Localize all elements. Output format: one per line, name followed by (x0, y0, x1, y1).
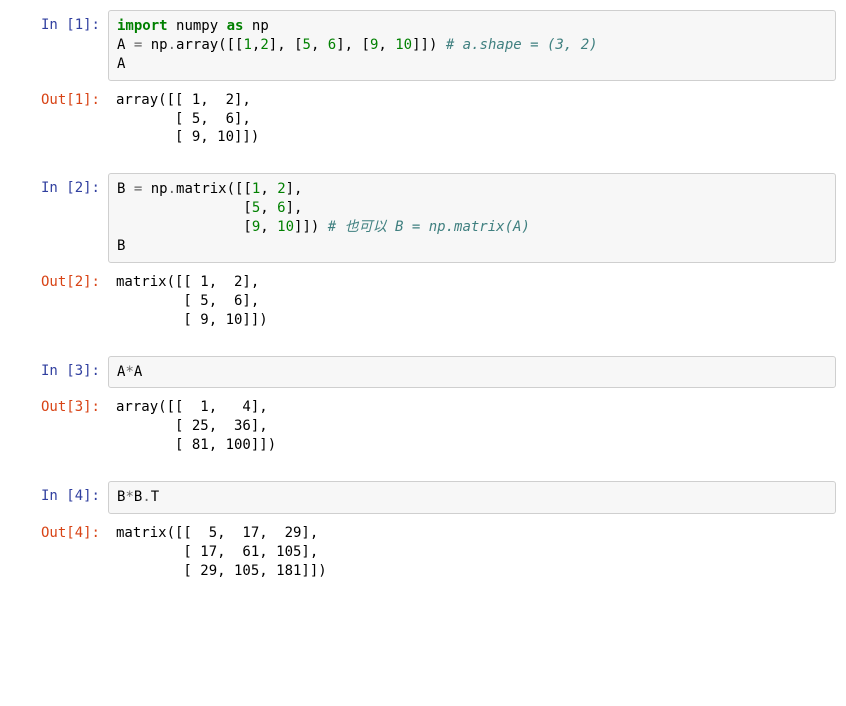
notebook-cell-2: In [2]: B = np.matrix([[1, 2], [5, 6], [… (10, 173, 836, 335)
input-prompt: In [1]: (10, 10, 108, 41)
output-row: Out[1]: array([[ 1, 2], [ 5, 6], [ 9, 10… (10, 85, 836, 154)
output-row: Out[4]: matrix([[ 5, 17, 29], [ 17, 61, … (10, 518, 836, 587)
output-row: Out[2]: matrix([[ 1, 2], [ 5, 6], [ 9, 1… (10, 267, 836, 336)
notebook-cell-4: In [4]: B*B.T Out[4]: matrix([[ 5, 17, 2… (10, 481, 836, 587)
code-text: B = np.matrix([[1, 2], [5, 6], [9, 10]])… (117, 180, 827, 256)
input-row: In [3]: A*A (10, 356, 836, 389)
input-row: In [1]: import numpy as np A = np.array(… (10, 10, 836, 81)
code-text: A*A (117, 363, 827, 382)
input-prompt: In [2]: (10, 173, 108, 204)
output-text: array([[ 1, 4], [ 25, 36], [ 81, 100]]) (116, 398, 828, 455)
output-prompt: Out[2]: (10, 267, 108, 298)
code-text: B*B.T (117, 488, 827, 507)
code-input[interactable]: B = np.matrix([[1, 2], [5, 6], [9, 10]])… (108, 173, 836, 263)
input-row: In [2]: B = np.matrix([[1, 2], [5, 6], [… (10, 173, 836, 263)
code-output: matrix([[ 5, 17, 29], [ 17, 61, 105], [ … (108, 518, 836, 587)
output-text: matrix([[ 5, 17, 29], [ 17, 61, 105], [ … (116, 524, 828, 581)
code-input[interactable]: A*A (108, 356, 836, 389)
input-prompt: In [4]: (10, 481, 108, 512)
output-text: array([[ 1, 2], [ 5, 6], [ 9, 10]]) (116, 91, 828, 148)
input-prompt: In [3]: (10, 356, 108, 387)
notebook-cell-1: In [1]: import numpy as np A = np.array(… (10, 10, 836, 153)
code-text: import numpy as np A = np.array([[1,2], … (117, 17, 827, 74)
code-input[interactable]: B*B.T (108, 481, 836, 514)
output-prompt: Out[4]: (10, 518, 108, 549)
code-input[interactable]: import numpy as np A = np.array([[1,2], … (108, 10, 836, 81)
code-output: array([[ 1, 2], [ 5, 6], [ 9, 10]]) (108, 85, 836, 154)
code-output: array([[ 1, 4], [ 25, 36], [ 81, 100]]) (108, 392, 836, 461)
output-prompt: Out[1]: (10, 85, 108, 116)
code-output: matrix([[ 1, 2], [ 5, 6], [ 9, 10]]) (108, 267, 836, 336)
output-text: matrix([[ 1, 2], [ 5, 6], [ 9, 10]]) (116, 273, 828, 330)
output-prompt: Out[3]: (10, 392, 108, 423)
notebook-cell-3: In [3]: A*A Out[3]: array([[ 1, 4], [ 25… (10, 356, 836, 462)
input-row: In [4]: B*B.T (10, 481, 836, 514)
output-row: Out[3]: array([[ 1, 4], [ 25, 36], [ 81,… (10, 392, 836, 461)
